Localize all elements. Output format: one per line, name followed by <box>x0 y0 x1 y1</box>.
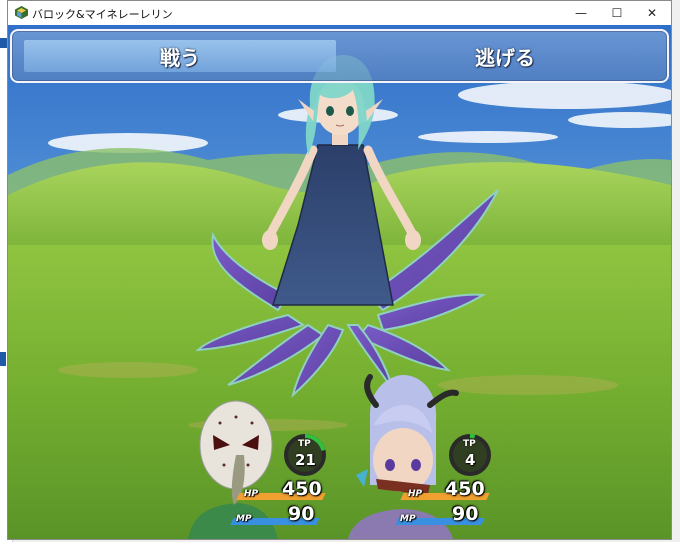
window-title: バロック&マイネレーレリン <box>32 8 173 21</box>
game-screen[interactable]: 戦う 逃げる TP 21 HP 450 MP 90 TP 4 HP 450 MP… <box>8 25 671 539</box>
hp-value-1: 450 <box>282 478 322 500</box>
tp-label-2: TP <box>463 439 476 449</box>
party-command-window: 戦う 逃げる <box>10 29 669 83</box>
minimize-icon: — <box>575 6 587 20</box>
minimize-button[interactable]: — <box>564 1 598 25</box>
hp-label-2: HP <box>408 489 423 499</box>
tp-label-1: TP <box>298 439 311 449</box>
close-icon: ✕ <box>646 6 658 20</box>
mp-value-2: 90 <box>452 503 479 525</box>
fight-command[interactable]: 戦う <box>24 40 336 72</box>
battle-background <box>8 25 671 539</box>
hp-label-1: HP <box>244 489 259 499</box>
maximize-icon: ☐ <box>611 6 623 20</box>
maximize-button[interactable]: ☐ <box>600 1 634 25</box>
close-button[interactable]: ✕ <box>635 1 669 25</box>
escape-command[interactable]: 逃げる <box>349 40 661 72</box>
mp-value-1: 90 <box>288 503 315 525</box>
mp-label-2: MP <box>400 514 416 524</box>
rpg-maker-app-icon <box>15 6 28 19</box>
fight-command-label: 戦う <box>160 45 200 70</box>
game-window: バロック&マイネレーレリン — ☐ ✕ 戦う 逃げる TP 21 HP 450 … <box>7 0 672 540</box>
tp-value-2: 4 <box>465 451 476 469</box>
escape-command-label: 逃げる <box>475 45 535 70</box>
title-bar[interactable]: バロック&マイネレーレリン — ☐ ✕ <box>8 1 671 25</box>
hp-value-2: 450 <box>445 478 485 500</box>
mp-label-1: MP <box>236 514 252 524</box>
tp-value-1: 21 <box>295 451 316 469</box>
background-app-marker <box>0 352 6 366</box>
